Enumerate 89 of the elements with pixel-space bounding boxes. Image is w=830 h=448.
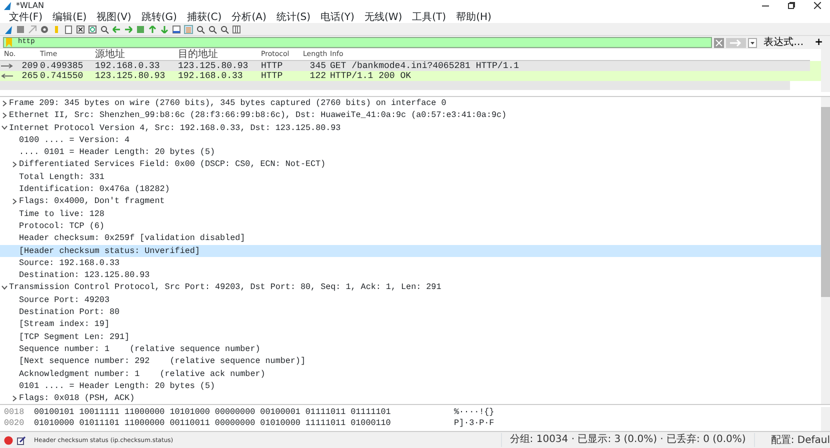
record-dot-icon[interactable] — [4, 436, 13, 444]
tree-row[interactable]: Transmission Control Protocol, Src Port: 49203, Dst Port: 80, Seq: 1, Ack: 1, Len: 291 — [0, 281, 821, 294]
table-cell-text: HTTP — [261, 61, 284, 71]
table-cell-text: 0.741550 — [40, 71, 84, 81]
tree-row[interactable]: Flags: 0x4000, Don't fragment — [0, 195, 821, 208]
menu-item[interactable]: 统计(S) — [271, 12, 316, 23]
tree-row[interactable]: Header checksum: 0x259f [validation disabled] — [0, 232, 821, 245]
profile-label[interactable]: 配置: Defaul — [770, 432, 830, 448]
menu-item[interactable]: 跳转(G) — [136, 12, 182, 23]
tree-row[interactable]: Sequence number: 1 (relative sequence number) — [0, 342, 821, 356]
response-arrow-icon — [0, 71, 14, 81]
shark-fin-icon — [4, 2, 12, 10]
byte-ascii: P]·3·P·F — [454, 418, 494, 429]
table-cell-text: 345 — [308, 61, 327, 71]
table-cell-text: GET /bankmode4.ini?4065281 HTTP/1.1 — [330, 61, 520, 71]
column-header[interactable]: 目的地址 — [178, 49, 261, 60]
table-cell-text: HTTP/1.1 200 OK — [330, 71, 412, 81]
table-cell-text: 265 — [20, 71, 39, 81]
document-icon[interactable] — [64, 24, 73, 34]
tree-row[interactable]: [Next sequence number: 292 (relative sequence number)] — [0, 355, 821, 368]
tree-row[interactable]: Source Port: 49203 — [0, 294, 821, 306]
menu-item[interactable]: 文件(F) — [4, 12, 48, 23]
byte-ascii: %····!{} — [454, 407, 494, 418]
fin-icon[interactable] — [4, 24, 13, 34]
menu-item[interactable]: 无线(W) — [359, 12, 408, 23]
packet-counts: 分组: 10034 · 已显示: 3 (0.0%) · 已丢弃: 0 (0.0%) — [500, 433, 755, 447]
arrow-right-icon[interactable] — [124, 24, 133, 34]
tree-row[interactable]: Time to live: 128 — [0, 208, 821, 220]
byte-bits: 01010000 01011101 11000000 00110011 00000000 01010000 11111011 01000110 — [34, 418, 392, 429]
tree-row[interactable]: Destination: 123.125.80.93 — [0, 269, 821, 282]
collapsed-caret-icon[interactable] — [10, 393, 19, 404]
column-header[interactable]: 源地址 — [95, 49, 178, 60]
arrow-left-icon[interactable] — [112, 24, 121, 34]
resize-columns-icon[interactable] — [232, 24, 241, 34]
menu-item[interactable]: 分析(A) — [226, 12, 272, 23]
dropdown-caret-icon[interactable] — [748, 38, 757, 48]
tree-row[interactable]: [Header checksum status: Unverified] — [0, 244, 821, 257]
expression-button[interactable]: 表达式… — [760, 37, 808, 48]
table-cell-text: 192.168.0.33 — [178, 71, 244, 81]
menu-item[interactable]: 电话(Y) — [316, 12, 360, 23]
search-icon[interactable] — [100, 24, 109, 34]
edit-icon[interactable] — [17, 436, 26, 444]
menu-item[interactable]: 帮助(H) — [451, 12, 496, 23]
add-filter-button[interactable]: + — [810, 38, 827, 48]
tree-row[interactable]: Identification: 0x476a (18282) — [0, 183, 821, 196]
menu-item[interactable]: 视图(V) — [92, 12, 136, 23]
byte-offset: 0020 — [3, 418, 26, 429]
close-icon[interactable] — [814, 2, 820, 10]
menu-item[interactable]: 编辑(E) — [48, 12, 92, 23]
vertical-scrollbar[interactable] — [821, 49, 830, 92]
tree-row[interactable]: Differentiated Services Field: 0x00 (DSCP: CS0, ECN: Not-ECT) — [0, 158, 821, 171]
horizontal-scrollbar[interactable] — [0, 81, 790, 90]
tree-row[interactable]: Ethernet II, Src: Shenzhen_99:b8:6c (28:f3:66:99:b8:6c), Dst: HuaweiTe_41:0a:9c (a0:57:e3:41:0a:9c) — [0, 109, 821, 122]
tree-row[interactable]: .... 0101 = Header Length: 20 bytes (5) — [0, 146, 821, 158]
table-cell-text: 123.125.80.93 — [95, 71, 166, 81]
tree-row[interactable]: Protocol: TCP (6) — [0, 220, 821, 232]
tree-row[interactable]: 0101 .... = Header Length: 20 bytes (5) — [0, 380, 821, 392]
vertical-scrollbar[interactable] — [821, 97, 830, 404]
tree-row[interactable]: [Stream index: 19] — [0, 318, 821, 331]
table-cell-text: 122 — [308, 71, 327, 81]
arrow-down-icon[interactable] — [160, 24, 169, 34]
tree-row[interactable]: Total Length: 331 — [0, 170, 821, 184]
menu-item[interactable]: 工具(T) — [407, 12, 452, 23]
byte-bits: 00100101 10011111 11000000 10101000 00000000 00100001 01111011 01111101 — [34, 407, 392, 418]
table-cell-text: HTTP — [261, 71, 284, 81]
tree-row[interactable]: Frame 209: 345 bytes on wire (2760 bits), 345 bytes captured (2760 bits) on interface 0 — [0, 97, 821, 110]
vertical-scrollbar[interactable] — [821, 407, 830, 431]
table-cell-text: 192.168.0.33 — [95, 61, 161, 71]
tree-row[interactable]: Acknowledgment number: 1 (relative ack number) — [0, 368, 821, 380]
tree-row[interactable]: [TCP Segment Len: 291] — [0, 330, 821, 343]
tree-row[interactable]: Internet Protocol Version 4, Src: 192.168.0.33, Dst: 123.125.80.93 — [0, 122, 821, 134]
packet-row[interactable]: 209 0.499385 192.168.0.33 123.125.80.93 HTTP 345 GET /bankmode4.ini?4065281 HTTP/1.1 — [0, 61, 810, 71]
packet-row[interactable]: 265 0.741550 123.125.80.93 192.168.0.33 HTTP 122 HTTP/1.1 200 OK — [0, 71, 810, 81]
request-arrow-icon — [0, 61, 14, 71]
window-title: *WLAN — [16, 0, 44, 12]
restore-icon[interactable] — [788, 2, 794, 10]
arrow-up-icon[interactable] — [148, 24, 157, 34]
table-cell-text: 0.499385 — [40, 61, 84, 71]
table-cell-text: 123.125.80.93 — [178, 61, 250, 71]
clear-icon[interactable] — [714, 38, 724, 48]
byte-offset: 0018 — [3, 407, 26, 418]
tree-row[interactable]: Flags: 0x018 (PSH, ACK) — [0, 392, 821, 404]
stop-icon[interactable] — [16, 24, 25, 34]
table-cell-text: 209 — [20, 61, 39, 71]
tree-row[interactable]: 0100 .... = Version: 4 — [0, 134, 821, 146]
tree-row[interactable]: Destination Port: 80 — [0, 306, 821, 318]
tree-row[interactable]: Source: 192.168.0.33 — [0, 256, 821, 270]
menu-item[interactable]: 捕获(C) — [182, 12, 227, 23]
close-file-icon[interactable] — [76, 24, 85, 34]
